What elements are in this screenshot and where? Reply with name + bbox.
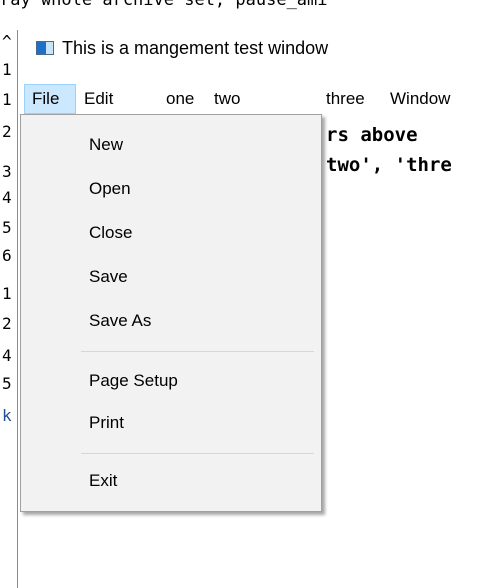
- terminal-gutter-char: 2: [2, 314, 12, 333]
- menu-two[interactable]: two: [214, 84, 254, 114]
- terminal-gutter-char: 2: [2, 122, 12, 141]
- terminal-gutter-char: 1: [2, 60, 12, 79]
- menu-item-print[interactable]: Print: [89, 413, 124, 433]
- menu-item-save-as[interactable]: Save As: [89, 311, 151, 331]
- menu-item-close[interactable]: Close: [89, 223, 132, 243]
- terminal-gutter-char: 5: [2, 218, 12, 237]
- menu-bar: File Edit one two three Window: [18, 84, 486, 114]
- terminal-gutter-char: 3: [2, 162, 12, 181]
- terminal-code-line: rs above: [326, 124, 418, 146]
- window-app-icon: [36, 41, 54, 55]
- title-bar[interactable]: This is a mangement test window: [18, 30, 486, 68]
- menu-item-exit[interactable]: Exit: [89, 471, 117, 491]
- terminal-gutter-char: 4: [2, 188, 12, 207]
- terminal-gutter-char: k: [2, 406, 12, 425]
- menu-item-open[interactable]: Open: [89, 179, 131, 199]
- terminal-gutter-char: 6: [2, 246, 12, 265]
- menu-one[interactable]: one: [166, 84, 206, 114]
- menu-edit[interactable]: Edit: [84, 84, 124, 114]
- menu-item-page-setup[interactable]: Page Setup: [89, 371, 178, 391]
- menu-item-save[interactable]: Save: [89, 267, 128, 287]
- menu-item-new[interactable]: New: [89, 135, 123, 155]
- menu-window[interactable]: Window: [390, 84, 486, 114]
- terminal-gutter-char: ^: [2, 32, 12, 51]
- menu-three[interactable]: three: [326, 84, 376, 114]
- terminal-gutter-char: 5: [2, 374, 12, 393]
- window-title: This is a mangement test window: [62, 38, 329, 58]
- terminal-gutter-char: 1: [2, 90, 12, 109]
- terminal-top-line: ray whole archive set, pause_ami: [0, 0, 328, 10]
- file-menu-dropdown: New Open Close Save Save As Page Setup Print Ex…: [20, 114, 322, 512]
- menu-file[interactable]: File: [24, 84, 76, 114]
- terminal-gutter-char: 4: [2, 346, 12, 365]
- menu-separator: [81, 351, 314, 352]
- terminal-gutter-char: 1: [2, 284, 12, 303]
- terminal-code-line: two', 'thre: [326, 154, 452, 176]
- menu-separator: [81, 453, 314, 454]
